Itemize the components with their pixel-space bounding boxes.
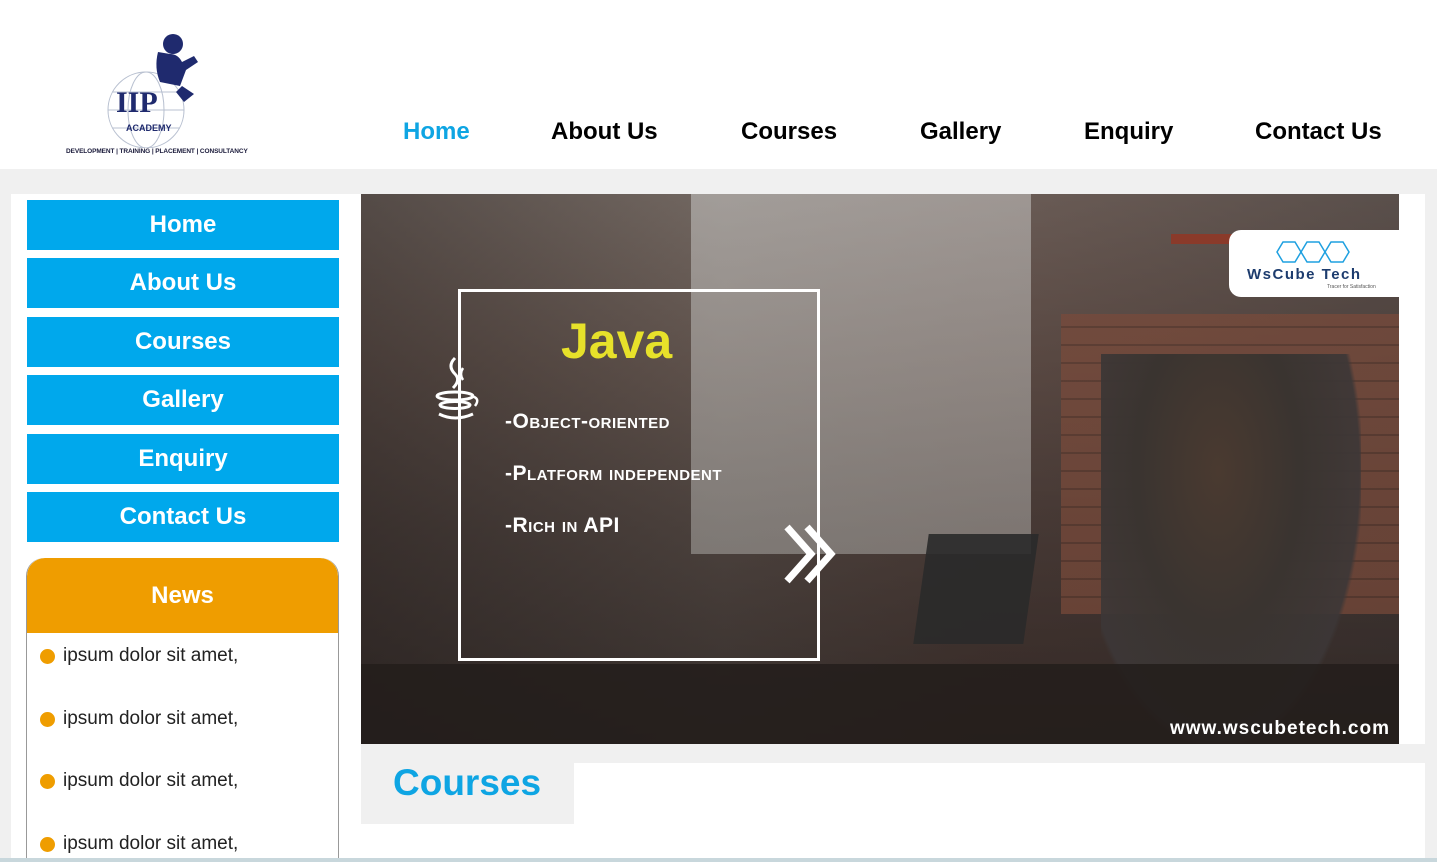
topnav-enquiry[interactable]: Enquiry bbox=[1084, 118, 1173, 146]
wscube-logo: WsCube Tech Tracer for Satisfaction bbox=[1229, 230, 1399, 297]
sidebar-item-gallery[interactable]: Gallery bbox=[27, 375, 339, 425]
sidebar-item-about-us[interactable]: About Us bbox=[27, 258, 339, 308]
java-feature: -Platform independent bbox=[505, 462, 723, 485]
topnav-home[interactable]: Home bbox=[403, 118, 470, 146]
java-feature: -Object-oriented bbox=[505, 410, 671, 433]
topnav-contact-us[interactable]: Contact Us bbox=[1255, 118, 1382, 146]
site-header: IIP ACADEMY DEVELOPMENT | TRAINING | PLA… bbox=[0, 0, 1437, 169]
wscube-tagline: Tracer for Satisfaction bbox=[1327, 284, 1376, 290]
topnav-about-us[interactable]: About Us bbox=[551, 118, 658, 146]
news-item[interactable]: ipsum dolor sit amet, bbox=[40, 645, 238, 667]
hero-banner[interactable]: Java -Object-oriented -Platform independ… bbox=[361, 194, 1399, 744]
java-title: Java bbox=[561, 313, 673, 369]
top-navigation: Home About Us Courses Gallery Enquiry Co… bbox=[0, 118, 1437, 150]
java-feature: -Rich in API bbox=[505, 514, 620, 537]
logo-name: IIP bbox=[116, 86, 158, 119]
sidebar-item-courses[interactable]: Courses bbox=[27, 317, 339, 367]
sidebar-item-contact-us[interactable]: Contact Us bbox=[27, 492, 339, 542]
news-item-text: ipsum dolor sit amet, bbox=[63, 833, 239, 854]
news-item[interactable]: ipsum dolor sit amet, bbox=[40, 708, 238, 730]
news-panel: News ipsum dolor sit amet, ipsum dolor s… bbox=[26, 558, 339, 862]
hexagon-logo-icon bbox=[1276, 241, 1350, 263]
news-item-text: ipsum dolor sit amet, bbox=[63, 645, 239, 666]
news-item[interactable]: ipsum dolor sit amet, bbox=[40, 833, 238, 855]
sidebar-item-enquiry[interactable]: Enquiry bbox=[27, 434, 339, 484]
banner-laptop bbox=[913, 534, 1039, 644]
banner-url: www.wscubetech.com bbox=[1169, 718, 1390, 739]
news-title: News bbox=[27, 558, 338, 633]
section-title-courses: Courses bbox=[393, 762, 542, 803]
news-item-text: ipsum dolor sit amet, bbox=[63, 708, 239, 729]
topnav-gallery[interactable]: Gallery bbox=[920, 118, 1001, 146]
chevron-right-icon bbox=[784, 524, 836, 584]
bullet-icon bbox=[40, 711, 55, 727]
bullet-icon bbox=[40, 648, 55, 664]
wscube-name: WsCube Tech bbox=[1247, 266, 1362, 283]
bullet-icon bbox=[40, 836, 55, 852]
java-cup-icon bbox=[435, 356, 479, 420]
news-item-text: ipsum dolor sit amet, bbox=[63, 770, 239, 791]
bullet-icon bbox=[40, 773, 55, 789]
topnav-courses[interactable]: Courses bbox=[741, 118, 837, 146]
section-divider bbox=[361, 744, 1427, 763]
sidebar-item-home[interactable]: Home bbox=[27, 200, 339, 250]
news-item[interactable]: ipsum dolor sit amet, bbox=[40, 770, 238, 792]
page-bottom-edge bbox=[0, 858, 1437, 862]
